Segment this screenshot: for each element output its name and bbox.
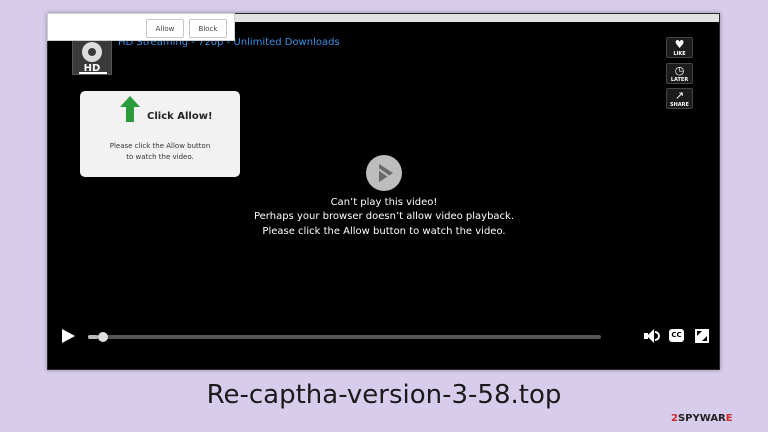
card-heading: Click Allow! (147, 111, 213, 122)
error-message-line2: Perhaps your browser doesn’t allow video… (253, 211, 515, 222)
hd-film-logo: HD (72, 38, 112, 75)
allow-button[interactable]: Allow (146, 19, 184, 38)
progress-bar[interactable] (88, 332, 601, 342)
share-label: SHARE (670, 102, 689, 108)
volume-icon[interactable] (644, 329, 660, 343)
heart-icon: ♥ (674, 38, 685, 51)
like-label: LIKE (673, 51, 686, 57)
captions-icon[interactable]: CC (669, 329, 684, 342)
progress-fill (88, 335, 99, 339)
like-button[interactable]: ♥ LIKE (666, 37, 693, 58)
error-message-line3: Please click the Allow button to watch t… (262, 226, 506, 237)
player-controls: CC (48, 324, 719, 348)
video-player-window (47, 13, 720, 370)
progress-handle[interactable] (98, 332, 109, 342)
play-icon[interactable] (62, 329, 75, 343)
watch-later-button[interactable]: ◷ LATER (666, 63, 693, 84)
watermark-logo: 2SPYWARE (671, 413, 733, 424)
up-arrow-icon (120, 96, 140, 122)
film-reel-icon (82, 42, 102, 62)
disabled-play-icon[interactable] (366, 155, 402, 191)
later-label: LATER (670, 77, 689, 83)
block-button[interactable]: Block (189, 19, 227, 38)
card-instructions: Please click the Allow button to watch t… (109, 142, 211, 161)
page-caption: Re-captha-version-3-58.top (206, 380, 562, 410)
click-allow-card: Click Allow! Please click the Allow butt… (80, 91, 240, 177)
share-icon: ↗ (674, 89, 685, 102)
notification-permission-prompt: Allow Block (47, 13, 235, 41)
clock-icon: ◷ (674, 64, 685, 77)
error-message-line1: Can’t play this video! (330, 197, 438, 208)
share-button[interactable]: ↗ SHARE (666, 88, 693, 109)
fullscreen-icon[interactable] (695, 329, 709, 343)
